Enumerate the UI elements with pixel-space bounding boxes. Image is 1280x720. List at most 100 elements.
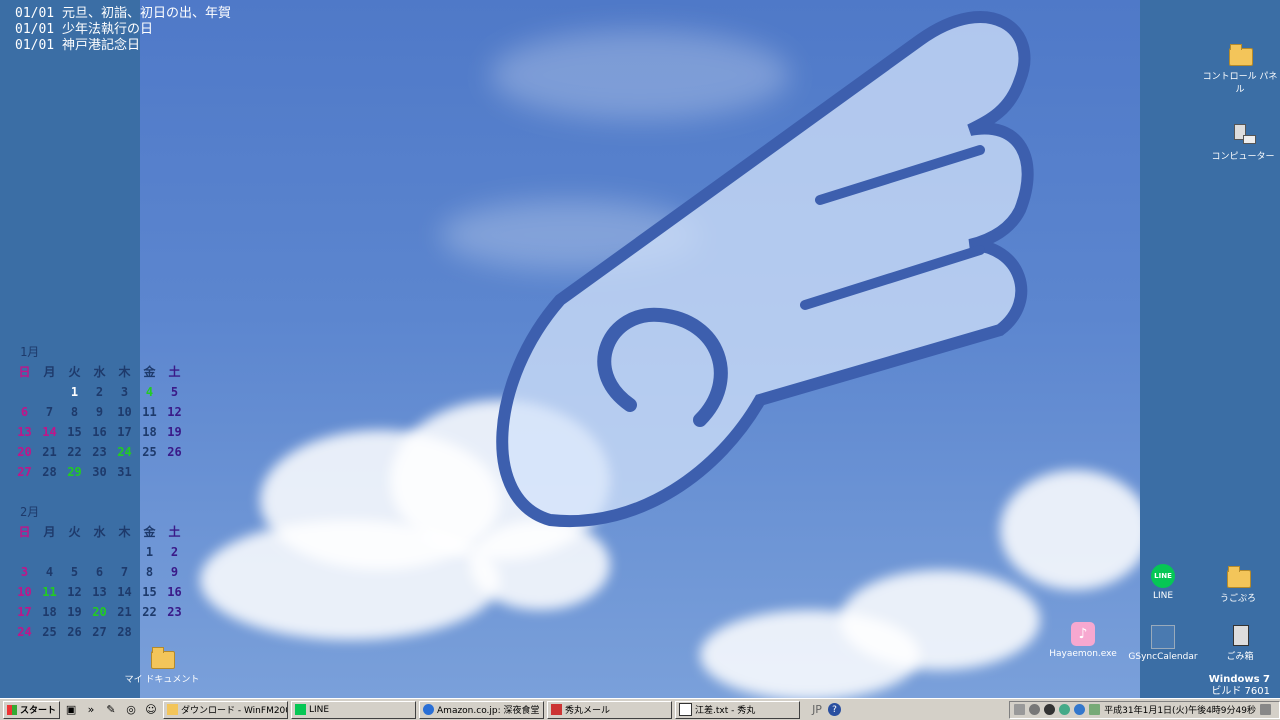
- calendar-day: 9: [95, 405, 104, 419]
- hayaemon-shortcut[interactable]: ♪ Hayaemon.exe: [1043, 622, 1123, 659]
- text-editor-icon: [679, 703, 693, 716]
- calendar-weekday: 金: [143, 365, 156, 379]
- windows-logo-icon: [7, 704, 17, 715]
- calendar-day: 13: [17, 425, 32, 439]
- calendar-weekday: 水: [93, 365, 106, 379]
- calendar-day: 17: [17, 605, 32, 619]
- calendar-day: 20: [92, 605, 107, 619]
- calendar-weekday: 木: [118, 525, 131, 539]
- start-label: スタート: [20, 706, 57, 716]
- calendar-weekday-row: 日月火水木金土: [12, 522, 187, 542]
- calendar-day: 2: [170, 545, 179, 559]
- recycle-bin[interactable]: ごみ箱: [1200, 622, 1280, 662]
- my-documents-shortcut[interactable]: マイ ドキュメント: [122, 645, 202, 685]
- calendar-day: 3: [20, 565, 29, 579]
- task-label: 秀丸メール: [565, 706, 611, 716]
- ugopuro-folder[interactable]: うごぷろ: [1198, 564, 1278, 604]
- icon-label: ごみ箱: [1226, 652, 1254, 662]
- calendar-day: 2: [95, 385, 104, 399]
- calendar-weekday: 水: [93, 525, 106, 539]
- calendar-week-row: 13 14 15 16 17 18 19: [12, 422, 187, 442]
- calendar-day: 31: [117, 465, 132, 479]
- calendar-day: 22: [67, 445, 82, 459]
- calendar-month-label: 2月: [20, 505, 40, 519]
- calendar-day: 29: [67, 465, 82, 479]
- calendar-day: 10: [17, 585, 32, 599]
- calendar-day: [87, 542, 112, 562]
- calendar-weekday: 日: [18, 365, 31, 379]
- quick-launch-app-icon[interactable]: ✎: [102, 701, 120, 719]
- globe-icon[interactable]: [1074, 704, 1086, 715]
- event-item: 01/01 元旦、初詣、初日の出、年賀: [15, 6, 231, 21]
- calendar-day: 7: [120, 565, 129, 579]
- calendar-day: 7: [45, 405, 54, 419]
- os-name: Windows 7: [1208, 674, 1270, 685]
- ime-indicator[interactable]: JP: [808, 701, 826, 719]
- calendar-weekday-row: 日月火水木金土: [12, 362, 187, 382]
- calendar-day: 15: [67, 425, 82, 439]
- calendar-day: [137, 622, 162, 642]
- quick-launch-browser-icon[interactable]: ◎: [122, 701, 140, 719]
- calendar-day: 28: [42, 465, 57, 479]
- event-item: 01/01 少年法執行の日: [15, 22, 153, 37]
- line-shortcut[interactable]: LINE LINE: [1123, 564, 1203, 601]
- computer-shortcut[interactable]: コンピューター: [1203, 122, 1280, 162]
- calendar-weekday: 月: [43, 525, 56, 539]
- task-hidemaru-mail[interactable]: 秀丸メール: [547, 700, 673, 719]
- task-line[interactable]: LINE: [291, 700, 417, 719]
- clock[interactable]: 平成31年1月1日(火)午後4時9分49秒: [1104, 703, 1256, 716]
- moon-icon[interactable]: [1044, 704, 1056, 715]
- calendar-day: 4: [145, 385, 154, 399]
- task-label: ダウンロード - WinFM200...: [181, 706, 289, 716]
- task-download[interactable]: ダウンロード - WinFM200...: [163, 700, 289, 719]
- calendar-day: 16: [167, 585, 182, 599]
- calendar-day: 16: [92, 425, 107, 439]
- calendar-day: 5: [170, 385, 179, 399]
- calendar-day: 22: [142, 605, 157, 619]
- start-button[interactable]: スタート: [3, 700, 61, 719]
- calendar-day: [37, 542, 62, 562]
- volume-icon[interactable]: [1029, 704, 1041, 715]
- quick-launch-more-icon[interactable]: »: [82, 701, 100, 719]
- battery-icon[interactable]: [1089, 704, 1101, 715]
- task-label: Amazon.co.jp: 深夜食堂 ...: [437, 706, 545, 716]
- calendar-day: 11: [142, 405, 157, 419]
- control-panel-shortcut[interactable]: コントロール パネル: [1200, 42, 1280, 95]
- desktop-wallpaper: [140, 0, 1140, 698]
- icon-label: GSyncCalendar: [1128, 652, 1198, 662]
- calendar-day: 25: [142, 445, 157, 459]
- calendar-day: 23: [92, 445, 107, 459]
- task-hidemaru-editor[interactable]: 江差.txt - 秀丸: [675, 700, 801, 719]
- calendar-weekday: 金: [143, 525, 156, 539]
- task-label: 江差.txt - 秀丸: [695, 706, 756, 716]
- task-amazon[interactable]: Amazon.co.jp: 深夜食堂 ...: [419, 700, 545, 719]
- music-note-icon: ♪: [1071, 622, 1095, 646]
- trash-tray-icon[interactable]: [1260, 704, 1271, 715]
- line-icon: LINE: [1151, 564, 1175, 588]
- calendar-day: [37, 382, 62, 402]
- icon-label: Hayaemon.exe: [1049, 649, 1117, 659]
- gsync-calendar-shortcut[interactable]: GSyncCalendar: [1123, 625, 1203, 662]
- calendar-day: 11: [42, 585, 57, 599]
- calendar-week-row: 12: [12, 542, 187, 562]
- calendar-month-label: 1月: [20, 345, 40, 359]
- browser-icon: [423, 704, 435, 715]
- help-icon[interactable]: ?: [828, 703, 842, 716]
- icon-label: コンピューター: [1211, 152, 1275, 162]
- documents-folder-icon: [150, 645, 175, 669]
- quick-launch-desktop-icon[interactable]: ▣: [62, 701, 80, 719]
- calendar-day: 5: [70, 565, 79, 579]
- mail-app-icon: [551, 704, 563, 715]
- folder-icon: [167, 704, 179, 715]
- calendar-day: [62, 542, 87, 562]
- system-tray: 平成31年1月1日(火)午後4時9分49秒: [1009, 700, 1280, 719]
- build-number: ビルド 7601: [1211, 686, 1270, 697]
- calendar-day: 8: [70, 405, 79, 419]
- icon-label: うごぷろ: [1219, 594, 1256, 604]
- network-icon[interactable]: [1059, 704, 1071, 715]
- calendar-day: 30: [92, 465, 107, 479]
- calendar-day: 19: [67, 605, 82, 619]
- calendar-day: 27: [17, 465, 32, 479]
- caps-icon[interactable]: [1014, 704, 1026, 715]
- quick-launch-user-icon[interactable]: ☺: [142, 701, 160, 719]
